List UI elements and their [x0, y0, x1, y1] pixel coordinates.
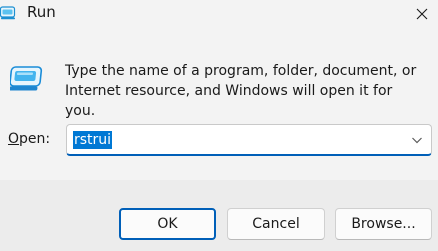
window-title: Run [27, 3, 56, 21]
close-icon [416, 8, 428, 24]
cancel-button[interactable]: Cancel [227, 208, 325, 240]
run-app-icon [0, 6, 16, 20]
open-label: Open: [8, 131, 50, 147]
open-label-accelerator: O [8, 131, 20, 147]
open-combobox[interactable]: rstrui [66, 124, 432, 156]
open-label-text: pen: [19, 131, 51, 147]
run-dialog-icon [8, 64, 44, 94]
close-button[interactable] [406, 0, 438, 32]
title-bar[interactable]: Run [0, 0, 438, 32]
open-input-value[interactable]: rstrui [73, 131, 113, 149]
ok-button[interactable]: OK [119, 208, 216, 240]
run-dialog: Run Type the name of a program, folder, … [0, 0, 438, 251]
dialog-description: Type the name of a program, folder, docu… [65, 63, 417, 119]
chevron-down-icon[interactable] [410, 133, 424, 147]
browse-button[interactable]: Browse... [335, 208, 432, 240]
